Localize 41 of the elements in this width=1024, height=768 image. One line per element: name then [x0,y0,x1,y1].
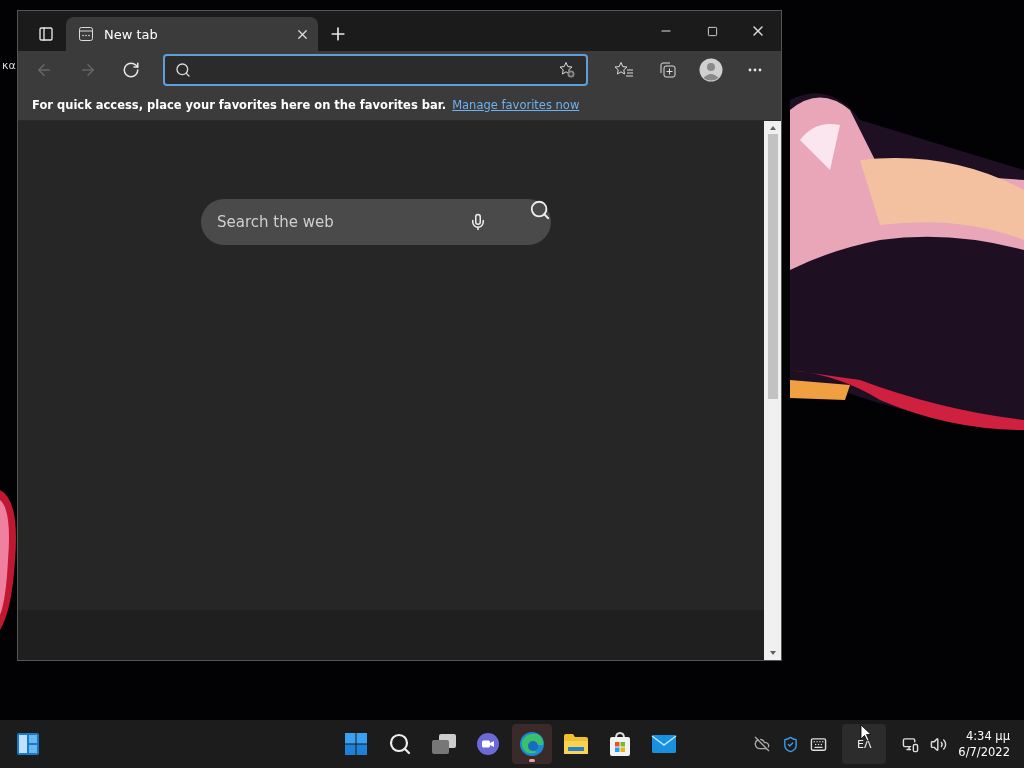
widgets-icon [16,732,40,756]
star-plus-icon[interactable] [558,61,577,79]
scroll-down-icon[interactable] [768,649,777,657]
page-icon [78,26,94,42]
clock-button[interactable]: 4:34 μμ 6/7/2022 [954,729,1014,759]
scrollbar-thumb[interactable] [767,134,778,399]
tab-title: New tab [104,26,159,42]
folder-icon [563,733,589,755]
web-search-field[interactable]: Search the web [215,212,469,232]
volume-icon [929,735,947,753]
search-icon[interactable] [529,199,551,221]
browser-tab[interactable]: New tab [66,17,318,51]
panel-icon [38,26,54,42]
more-icon [748,68,763,72]
scroll-up-icon[interactable] [768,124,777,132]
task-view-icon [431,733,457,755]
mouse-cursor-icon [860,724,872,742]
network-icon [901,735,919,753]
manage-favorites-link[interactable]: Manage favorites now [452,97,580,112]
avatar-icon [699,58,724,82]
desktop-text: κα [2,59,16,72]
address-field[interactable] [163,54,589,86]
browser-app-button[interactable] [512,724,552,764]
favorites-bar-message: For quick access, place your favorites here on the favorites bar. [32,97,447,112]
search-bar[interactable]: Search the web [201,199,551,245]
maximize-icon [706,25,718,37]
store-bag-icon [608,731,632,757]
refresh-icon [122,61,141,79]
keyboard-icon [809,735,827,753]
search-icon [388,732,412,756]
search-icon [175,62,192,78]
mail-icon [651,734,677,754]
video-chat-icon [476,732,500,756]
star-list-icon [614,61,634,79]
browser-logo-icon [519,731,545,757]
scrollbar[interactable] [764,121,781,660]
windows-logo-icon [344,732,368,756]
microphone-icon[interactable] [469,213,487,231]
collections-icon [658,61,677,79]
shield-icon [781,735,799,753]
cloud-off-icon [754,736,771,752]
